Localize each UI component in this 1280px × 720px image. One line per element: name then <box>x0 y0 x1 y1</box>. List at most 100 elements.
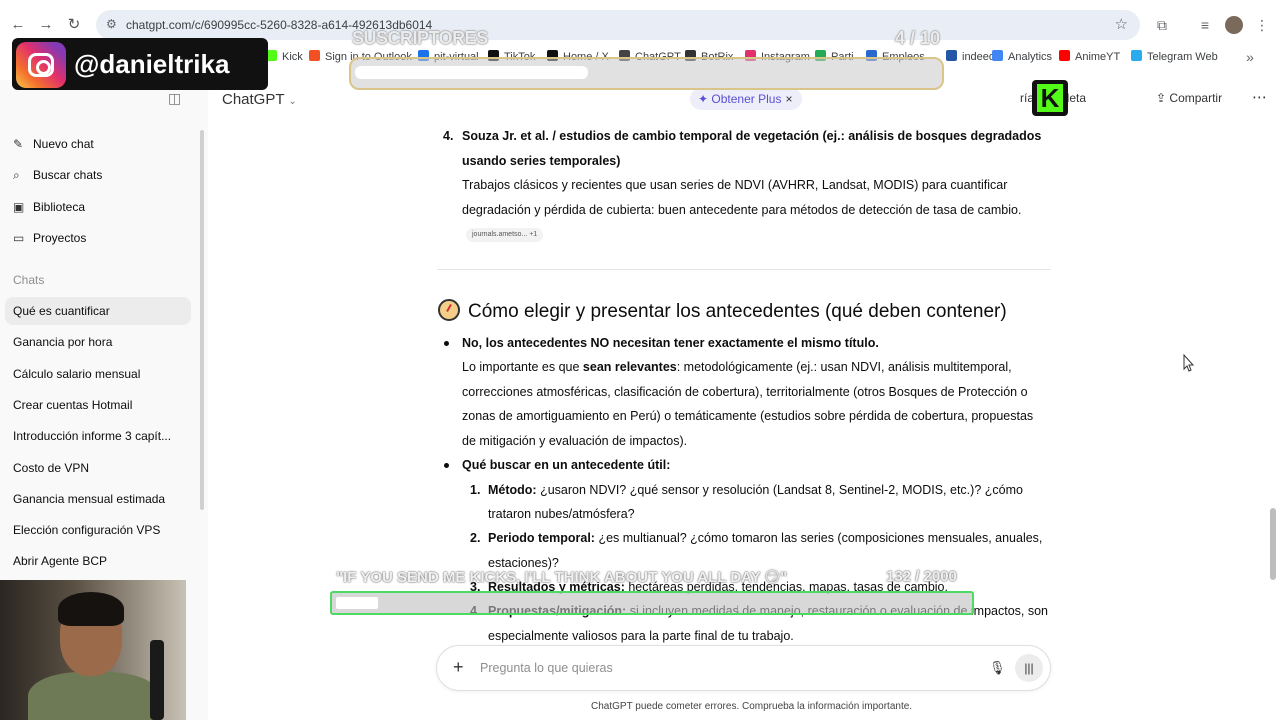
bullet-icon <box>444 341 449 346</box>
bookmark-label: Kick <box>282 51 303 63</box>
section-heading-text: Cómo elegir y presentar los antecedentes… <box>468 301 1007 322</box>
sidebar-nav-icon: ⌕ <box>13 168 20 182</box>
sidebar-toggle-icon[interactable]: ◫ <box>168 90 181 107</box>
sidebar-nav-icon: ▭ <box>13 231 25 245</box>
share-button[interactable]: ⇪ Compartir <box>1156 91 1222 105</box>
item-body-cont: degradación y pérdida de cubierta: buen … <box>462 203 1022 217</box>
plus-icon[interactable]: + <box>453 657 464 678</box>
compass-icon <box>438 299 460 321</box>
instagram-icon <box>16 42 66 88</box>
sidebar-nav-label: Proyectos <box>33 231 87 245</box>
main-scrollbar[interactable] <box>1270 508 1276 580</box>
list-item: Periodo temporal: ¿es multianual? ¿cómo … <box>488 531 1042 545</box>
get-plus-button[interactable]: ✦ Obtener Plus × <box>690 88 802 110</box>
bookmark-label: AnimeYT <box>1075 51 1121 63</box>
sidebar-nav-item[interactable]: ▣ Biblioteca <box>13 200 85 214</box>
text-run: Lo importante es que <box>462 360 583 374</box>
list-number: 1. <box>470 483 481 497</box>
bullet-text: zonas de amortiguamiento en Perú) o temá… <box>462 409 1034 423</box>
text-run: : metodológicamente (ej.: usan NDVI, aná… <box>676 360 1012 374</box>
sidebar-nav-item[interactable]: ✎ Nuevo chat <box>13 137 94 151</box>
sparkle-icon: ✦ <box>698 92 709 106</box>
list-number: 2. <box>470 531 481 545</box>
share-icon: ⇪ <box>1156 91 1167 105</box>
bookmark-favicon-icon <box>946 50 957 61</box>
chat-history-item[interactable]: Ganancia por hora <box>5 328 191 356</box>
item-title-cont: usando series temporales) <box>462 154 621 168</box>
sidebar-nav-item[interactable]: ▭ Proyectos <box>13 231 86 245</box>
list-item-cont: trataron nubes/atmósfera? <box>488 507 635 521</box>
list-item-cont: especialmente valiosos para la parte fin… <box>488 629 794 643</box>
bookmark-favicon-icon <box>1059 50 1070 61</box>
browser-menu-icon[interactable]: ⋮ <box>1252 15 1272 35</box>
bookmark-item[interactable]: AnimeYT <box>1059 50 1120 63</box>
bookmark-item[interactable]: Telegram Web <box>1131 50 1218 63</box>
get-plus-label: Obtener Plus <box>711 92 782 106</box>
kicks-goal-count: 132 / 2000 <box>886 568 957 585</box>
chat-history-item[interactable]: Crear cuentas Hotmail <box>5 391 191 419</box>
subscribers-label: SUSCRIPTORES <box>352 28 488 48</box>
sidebar-nav-label: Buscar chats <box>33 168 103 182</box>
citation-chip[interactable]: journals.ametso... +1 <box>466 228 544 242</box>
address-row: ← → ↻ ⚙ chatgpt.com/c/690995cc-5260-8328… <box>0 9 1280 41</box>
reload-icon[interactable]: ↻ <box>64 15 84 35</box>
chat-history-item[interactable]: Abrir Agente BCP <box>5 547 191 575</box>
bookmark-star-icon[interactable]: ☆ <box>1115 15 1128 33</box>
reading-list-icon[interactable]: ≡ <box>1195 15 1215 35</box>
kick-logo-letter: K <box>1037 84 1063 112</box>
bullet-icon <box>444 463 449 468</box>
model-name: ChatGPT <box>222 91 285 108</box>
chats-section-label: Chats <box>13 273 45 287</box>
more-options-icon[interactable]: ⋯ <box>1252 88 1267 106</box>
chat-history-item[interactable]: Introducción informe 3 capít... <box>5 422 191 450</box>
chat-history-item[interactable]: Cálculo salario mensual <box>5 360 191 388</box>
extensions-icon[interactable]: ⧉ <box>1152 15 1172 35</box>
share-label: Compartir <box>1169 91 1223 105</box>
back-icon[interactable]: ← <box>8 15 28 35</box>
item-body: Trabajos clásicos y recientes que usan s… <box>462 178 1008 192</box>
chat-history-item[interactable]: Ganancia mensual estimada <box>5 485 191 513</box>
voice-mode-icon[interactable]: ||| <box>1015 654 1043 682</box>
microphone-icon[interactable]: 🎙 <box>989 660 1006 676</box>
subscribers-progress-bar <box>349 57 944 90</box>
more-bookmarks-icon[interactable]: » <box>1240 47 1260 67</box>
kick-logo-icon: K <box>1032 80 1068 116</box>
sidebar-nav-item[interactable]: ⌕ Buscar chats <box>13 168 102 183</box>
bold-run: Periodo temporal: <box>488 531 595 545</box>
bookmark-label: Telegram Web <box>1147 51 1218 63</box>
chat-history-item[interactable]: Elección configuración VPS <box>5 516 191 544</box>
composer[interactable]: + Pregunta lo que quieras 🎙 ||| <box>436 645 1051 691</box>
bookmark-item[interactable]: Analytics <box>992 50 1052 63</box>
close-icon[interactable]: × <box>785 92 792 106</box>
bookmark-favicon-icon <box>992 50 1003 61</box>
subscribers-progress-fill <box>355 66 589 79</box>
sidebar-scrollbar[interactable] <box>200 130 204 510</box>
bold-run: sean relevantes <box>582 360 677 374</box>
bullet-text: correcciones atmosféricas, clasificación… <box>462 385 1028 399</box>
kicks-goal-progress-fill <box>336 597 378 609</box>
model-selector[interactable]: ChatGPT ⌄ <box>222 91 297 108</box>
kicks-goal-progress-bar <box>330 591 974 615</box>
instagram-badge: @danieltrika <box>12 38 268 90</box>
section-heading: Cómo elegir y presentar los antecedentes… <box>438 299 1007 323</box>
profile-avatar[interactable] <box>1225 16 1243 34</box>
bookmark-item[interactable]: Kick <box>266 50 303 63</box>
bookmark-item[interactable]: indeed <box>946 50 995 63</box>
prompt-input[interactable]: Pregunta lo que quieras <box>480 661 613 675</box>
sidebar-nav-icon: ✎ <box>13 137 24 151</box>
bullet-title: No, los antecedentes NO necesitan tener … <box>462 336 879 350</box>
bookmark-label: indeed <box>962 51 996 63</box>
site-settings-icon[interactable]: ⚙ <box>106 17 117 31</box>
text-run: ¿es multianual? ¿cómo tomaron las series… <box>598 531 1043 545</box>
list-number: 4. <box>443 129 454 143</box>
bold-run: Método: <box>488 483 537 497</box>
bullet-text: Lo importante es que sean relevantes: me… <box>462 360 1012 374</box>
chat-history-item[interactable]: Costo de VPN <box>5 454 191 482</box>
chat-history-item[interactable]: Qué es cuantificar <box>5 297 191 325</box>
forward-icon[interactable]: → <box>36 15 56 35</box>
address-bar[interactable]: ⚙ chatgpt.com/c/690995cc-5260-8328-a614-… <box>96 10 1140 40</box>
bullet-text: de mitigación y evaluación de impactos). <box>462 434 688 448</box>
divider <box>437 269 1051 270</box>
text-run: ¿usaron NDVI? ¿qué sensor y resolución (… <box>540 483 1023 497</box>
kicks-goal-label: "IF YOU SEND ME KICKS, I'LL THINK ABOUT … <box>336 569 788 586</box>
